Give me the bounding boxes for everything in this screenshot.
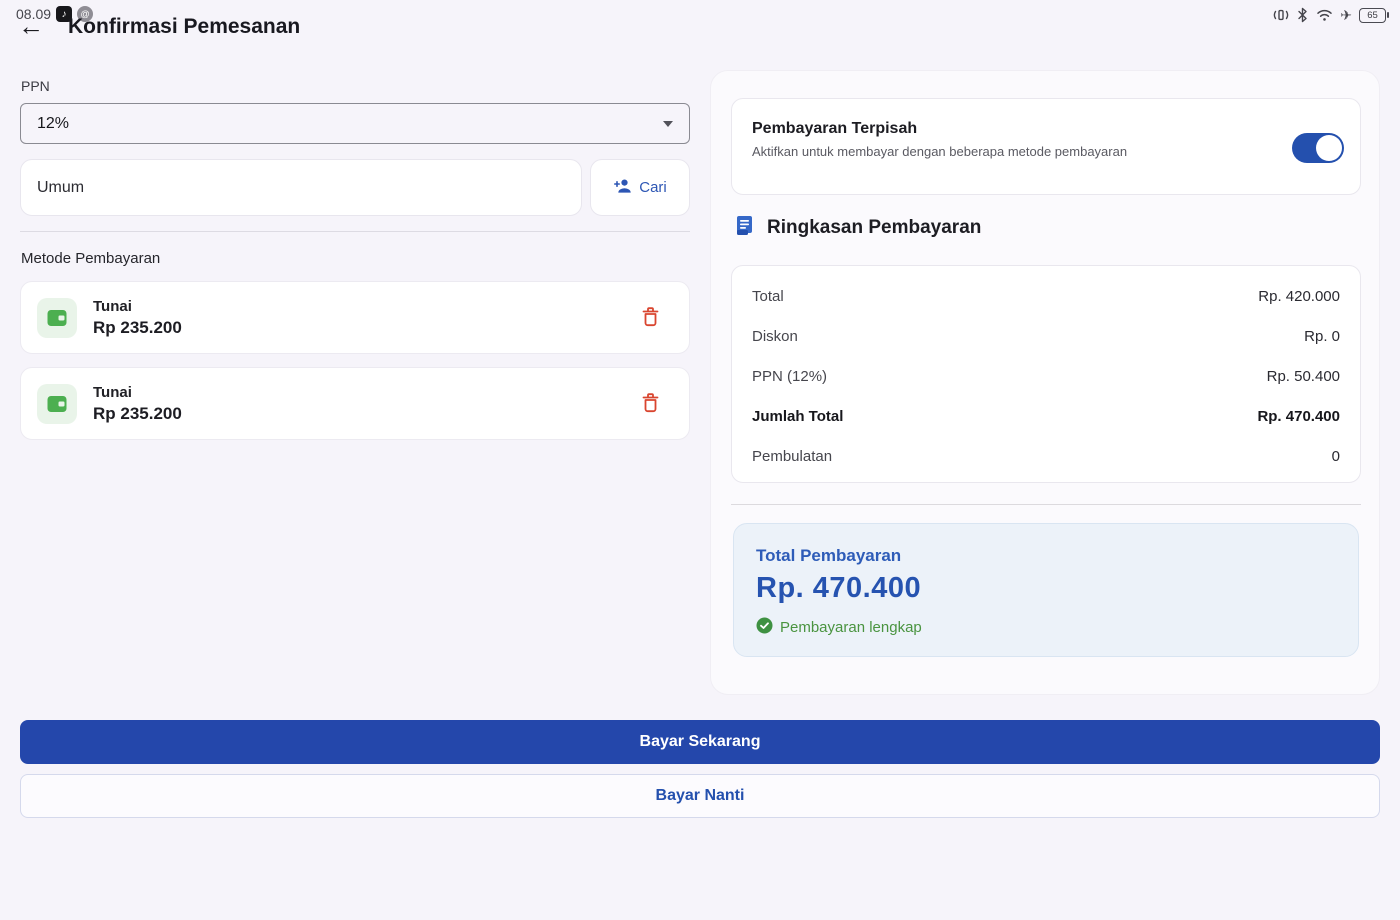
summary-row: Diskon Rp. 0 [752,316,1340,356]
summary-row-value: Rp. 420.000 [1258,288,1340,305]
split-payment-title: Pembayaran Terpisah [752,120,1340,138]
page-title: Konfirmasi Pemesanan [68,15,300,39]
battery-level: 65 [1367,10,1378,21]
check-circle-icon [756,617,773,638]
divider [731,504,1361,505]
search-customer-label: Cari [639,179,667,196]
battery-icon: 65 [1359,8,1386,23]
ppn-select[interactable]: 12% [20,103,690,144]
summary-row-value: Rp. 470.400 [1257,408,1340,425]
vibrate-icon [1273,7,1289,23]
pay-later-button[interactable]: Bayar Nanti [20,774,1380,818]
summary-row: PPN (12%) Rp. 50.400 [752,356,1340,396]
delete-payment-button[interactable] [636,387,665,421]
search-customer-button[interactable]: Cari [590,159,690,216]
summary-row: Pembulatan 0 [752,436,1340,476]
payment-complete-text: Pembayaran lengkap [780,619,922,636]
wallet-icon [37,384,77,424]
airplane-mode-icon: ✈ [1340,7,1352,23]
person-add-icon [613,177,632,198]
tiktok-glyph: ♪ [62,9,67,20]
summary-row-value: Rp. 50.400 [1267,368,1340,385]
summary-row-label: Diskon [752,328,798,345]
wifi-icon [1316,8,1333,22]
receipt-icon [734,214,755,242]
back-button[interactable]: ← [18,12,44,40]
chevron-down-icon [663,121,673,127]
split-payment-card: Pembayaran Terpisah Aktifkan untuk memba… [731,98,1361,195]
summary-row-value: 0 [1332,448,1340,465]
payment-method-info: Tunai Rp 235.200 [93,384,182,424]
summary-card: Total Rp. 420.000 Diskon Rp. 0 PPN (12%)… [731,265,1361,483]
pay-now-button[interactable]: Bayar Sekarang [20,720,1380,764]
wallet-icon [37,298,77,338]
summary-title: Ringkasan Pembayaran [767,217,981,239]
order-confirmation-screen: 08.09 ♪ @ ✈ 65 ← Konfirmasi Peme [0,0,1400,920]
total-payment-card: Total Pembayaran Rp. 470.400 Pembayaran … [733,523,1359,657]
payment-method-name: Tunai [93,384,182,401]
payment-method-name: Tunai [93,298,182,315]
payment-method-amount: Rp 235.200 [93,318,182,338]
divider [20,231,690,232]
payment-method-amount: Rp 235.200 [93,404,182,424]
status-bar-right: ✈ 65 [1273,7,1386,23]
toggle-knob [1316,135,1342,161]
summary-row-grand-total: Jumlah Total Rp. 470.400 [752,396,1340,436]
payment-methods-label: Metode Pembayaran [21,250,160,267]
ppn-label: PPN [21,78,50,94]
payment-complete-status: Pembayaran lengkap [756,617,1336,638]
customer-input[interactable] [20,159,582,216]
summary-row-label: Jumlah Total [752,408,843,425]
delete-payment-button[interactable] [636,301,665,335]
payment-method-card: Tunai Rp 235.200 [20,281,690,354]
payment-summary-panel: Pembayaran Terpisah Aktifkan untuk memba… [710,70,1380,695]
ppn-selected-value: 12% [37,115,69,133]
summary-row-value: Rp. 0 [1304,328,1340,345]
summary-row-label: Pembulatan [752,448,832,465]
total-payment-amount: Rp. 470.400 [756,572,1336,605]
summary-header: Ringkasan Pembayaran [734,214,981,242]
payment-method-card: Tunai Rp 235.200 [20,367,690,440]
bluetooth-icon [1296,7,1309,23]
split-payment-subtitle: Aktifkan untuk membayar dengan beberapa … [752,144,1340,159]
summary-row-label: PPN (12%) [752,368,827,385]
summary-row-label: Total [752,288,784,305]
payment-method-info: Tunai Rp 235.200 [93,298,182,338]
total-payment-label: Total Pembayaran [756,546,1336,566]
split-payment-toggle[interactable] [1292,133,1344,163]
summary-row: Total Rp. 420.000 [752,276,1340,316]
